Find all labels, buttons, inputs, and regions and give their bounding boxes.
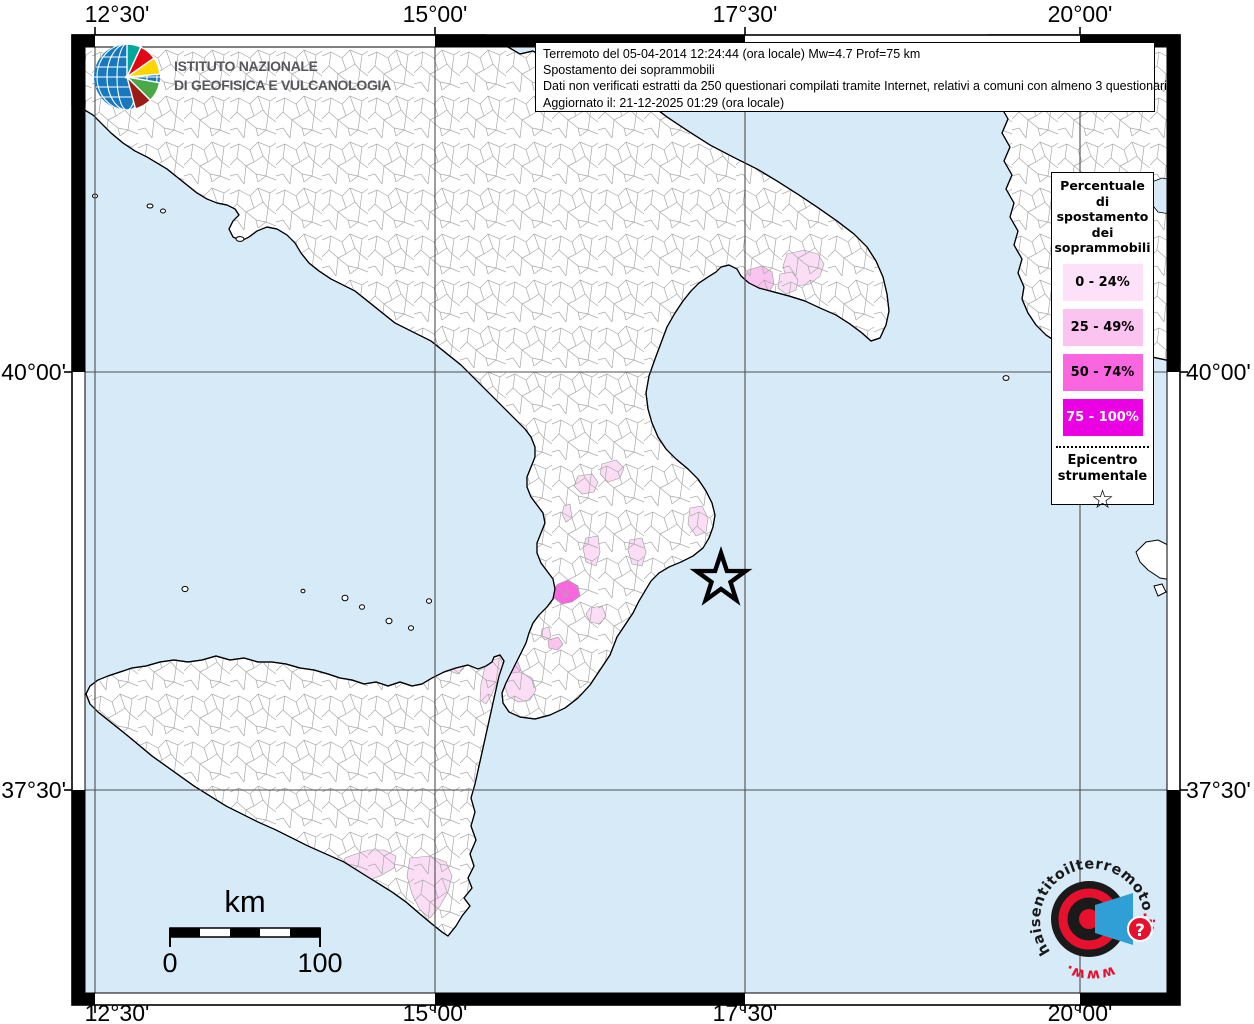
axis-label-left-2: 37°30' [1,777,66,803]
axis-label-top-3: 17°30' [712,1,778,27]
map-subject: Spostamento dei soprammobili [543,63,715,78]
earthquake-title: Terremoto del 05-04-2014 12:24:44 (ora l… [543,47,921,61]
scale-bar: km 0 100 [162,884,342,978]
legend-class-25-49: 25 - 49% [1062,308,1143,346]
axis-label-bottom-4: 20°00' [1047,1000,1113,1024]
scale-end: 100 [297,948,342,978]
ingv-logo: ISTITUTO NAZIONALE DI GEOFISICA E VULCAN… [92,42,391,114]
legend-class-0-24: 0 - 24% [1062,263,1143,301]
axis-label-top-1: 12°30' [84,1,150,27]
haisentitoilterremoto-logo: haisentitoilterremoto.it www. ? [1028,856,1156,983]
data-disclaimer: Dati non verificati estratti da 250 ques… [543,79,1171,94]
legend-title: Percentuale di spostamento dei soprammob… [1054,178,1151,255]
site-logo-www: www. [1063,961,1117,983]
update-timestamp: Aggiornato il: 21-12-2025 01:29 (ora loc… [543,95,785,110]
star-icon: ☆ [1090,484,1115,515]
ingv-globe-icon [94,43,161,110]
scale-start: 0 [162,948,177,978]
ingv-wordmark: ISTITUTO NAZIONALE DI GEOFISICA E VULCAN… [174,58,391,93]
axis-label-top-2: 15°00' [402,1,468,27]
axis-label-bottom-3: 17°30' [712,1000,778,1024]
axis-label-bottom-1: 12°30' [84,1000,150,1024]
svg-text:www.: www. [1063,961,1117,983]
axis-label-right-2: 37°30' [1186,777,1251,803]
axis-label-right-1: 40°00' [1186,359,1251,385]
earthquake-info-box: Terremoto del 05-04-2014 12:24:44 (ora l… [535,42,1171,112]
axis-label-left-1: 40°00' [1,359,66,385]
legend-class-75-100: 75 - 100% [1062,398,1143,436]
axis-label-bottom-2: 15°00' [402,1000,468,1024]
legend: Percentuale di spostamento dei soprammob… [1051,172,1154,514]
legend-class-50-74: 50 - 74% [1062,353,1143,391]
legend-divider [1056,445,1149,448]
axis-label-top-4: 20°00' [1047,1,1113,27]
scale-unit: km [224,884,265,919]
epicenter-legend-label: Epicentro strumentale [1057,452,1148,485]
map-canvas [64,27,1188,1013]
svg-text:?: ? [1135,921,1145,941]
